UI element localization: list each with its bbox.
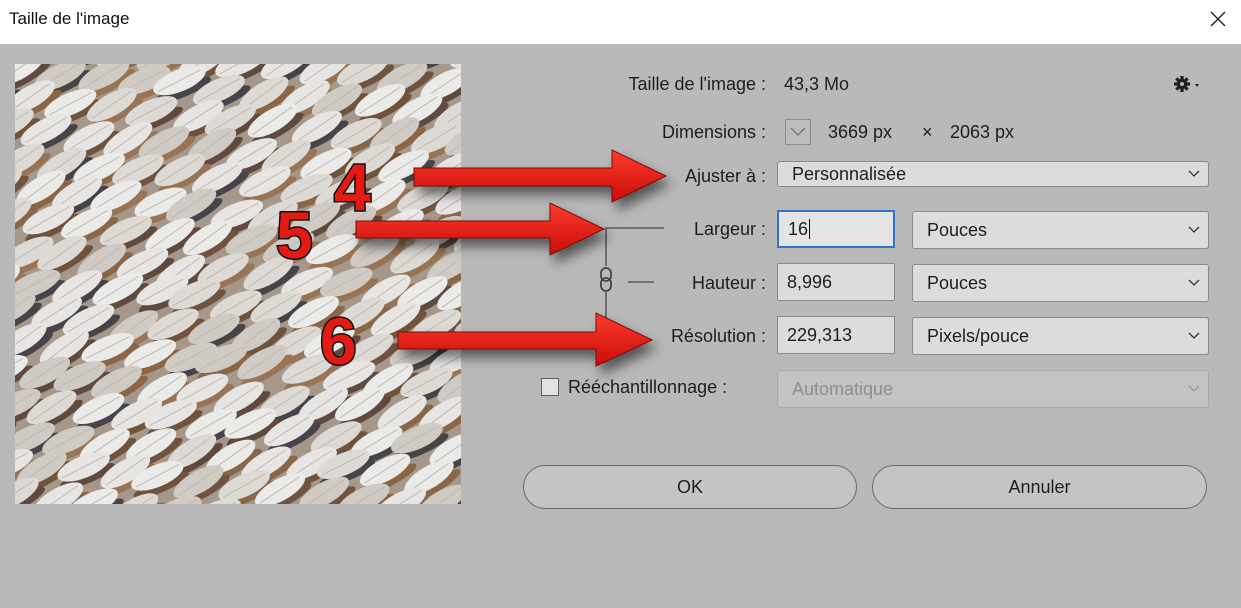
image-size-label: Taille de l'image : (628, 74, 766, 94)
resample-method-select[interactable]: Automatique (777, 370, 1209, 408)
height-unit-select[interactable]: Pouces (912, 264, 1209, 302)
chevron-down-icon (1188, 226, 1200, 233)
height-input[interactable]: 8,996 (777, 263, 895, 301)
settings-menu-button[interactable] (1172, 70, 1206, 98)
window-title: Taille de l'image (9, 9, 130, 28)
width-value: 16 (788, 218, 809, 239)
fit-to-label: Ajuster à : (684, 166, 766, 186)
resample-checkbox[interactable] (541, 378, 559, 396)
chevron-down-icon (1188, 332, 1200, 339)
fit-to-value: Personnalisée (792, 163, 907, 184)
fit-to-select[interactable]: Personnalisée (777, 161, 1209, 187)
width-input[interactable]: 16 (777, 210, 895, 248)
feather-image (15, 64, 461, 504)
image-preview[interactable] (15, 64, 461, 504)
dimension-height-px: 2063 px (950, 122, 1015, 142)
cancel-button[interactable]: Annuler (872, 465, 1207, 509)
resample-label: Rééchantillonnage : (568, 377, 728, 397)
ok-button[interactable]: OK (523, 465, 857, 509)
title-bar: Taille de l'image (0, 0, 1241, 44)
width-unit-value: Pouces (927, 219, 988, 240)
text-caret (809, 219, 811, 239)
image-size-value: 43,3 Mo (784, 74, 850, 94)
resolution-unit-value: Pixels/pouce (927, 325, 1030, 346)
chevron-down-icon (790, 127, 806, 136)
height-value: 8,996 (787, 271, 833, 292)
width-unit-select[interactable]: Pouces (912, 211, 1209, 249)
constrain-proportions-link[interactable] (590, 220, 670, 330)
chevron-down-icon (1188, 170, 1200, 177)
resolution-unit-select[interactable]: Pixels/pouce (912, 317, 1209, 355)
close-button[interactable] (1195, 0, 1241, 38)
resolution-input[interactable]: 229,313 (777, 316, 895, 354)
resample-method-value: Automatique (792, 378, 894, 399)
gear-icon (1174, 76, 1199, 92)
close-icon (1210, 11, 1226, 27)
dimension-width-px: 3669 px (828, 122, 893, 142)
chain-link-icon (600, 267, 612, 292)
dimensions-unit-toggle[interactable] (785, 119, 811, 145)
height-unit-value: Pouces (927, 272, 988, 293)
chevron-down-icon (1188, 385, 1200, 392)
dimensions-label: Dimensions : (661, 122, 766, 142)
resolution-value: 229,313 (787, 324, 853, 345)
chevron-down-icon (1188, 279, 1200, 286)
dimension-times-sign: × (922, 122, 933, 142)
